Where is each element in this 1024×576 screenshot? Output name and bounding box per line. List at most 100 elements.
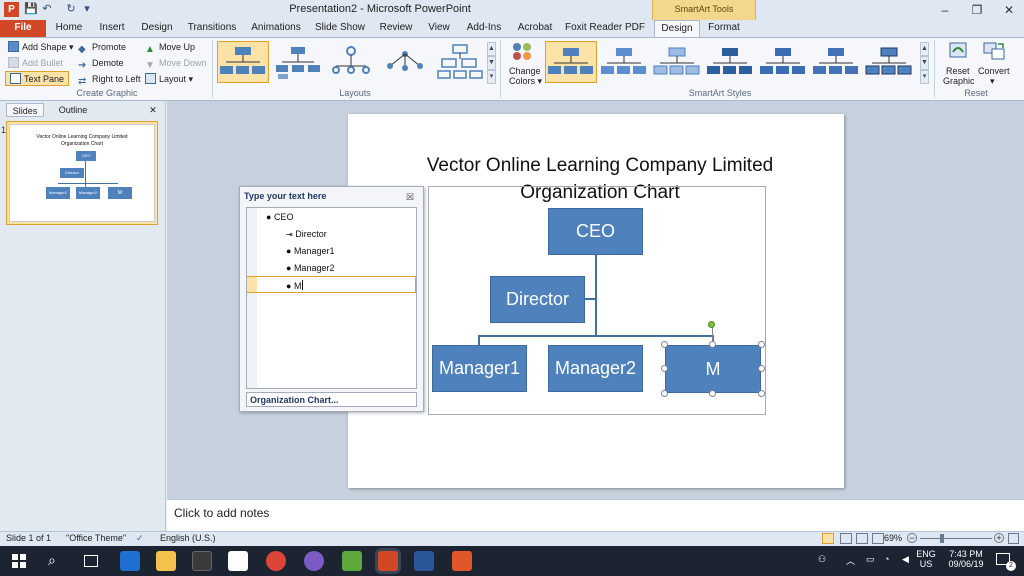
- text-pane-list[interactable]: [246, 207, 417, 389]
- layout-gallery-item-1[interactable]: [217, 41, 269, 83]
- org-shape-manager1[interactable]: Manager1: [432, 345, 527, 392]
- org-shape-m[interactable]: M: [665, 345, 761, 393]
- styles-more[interactable]: ▾: [920, 70, 929, 84]
- layouts-scroll-down[interactable]: ▼: [487, 56, 496, 70]
- zoom-slider-track[interactable]: [920, 538, 992, 539]
- zoom-slider-thumb[interactable]: [940, 534, 944, 543]
- tab-design[interactable]: Design: [136, 20, 178, 37]
- style-gallery-item-5[interactable]: [757, 41, 809, 83]
- reading-view-icon[interactable]: [856, 533, 868, 544]
- close-pane-icon[interactable]: ✕: [146, 103, 160, 117]
- tab-review[interactable]: Review: [374, 20, 418, 37]
- store-icon[interactable]: [192, 551, 212, 571]
- input-language[interactable]: ENG US: [914, 549, 938, 569]
- layout-gallery-item-2[interactable]: [271, 41, 323, 83]
- slide-thumbnail[interactable]: Vector Online Learning Company Limited O…: [6, 121, 158, 225]
- tab-view[interactable]: View: [422, 20, 456, 37]
- org-shape-ceo[interactable]: CEO: [548, 208, 643, 255]
- style-gallery-item-4[interactable]: [704, 41, 756, 83]
- layout-gallery-item-4[interactable]: [379, 41, 431, 83]
- change-colors-button[interactable]: Change Colors ▾: [505, 40, 542, 86]
- clock[interactable]: 7:43 PM 09/06/19: [944, 549, 988, 569]
- layouts-more[interactable]: ▾: [487, 70, 496, 84]
- powerpoint-taskbar-icon[interactable]: [378, 551, 398, 571]
- style-gallery-item-6[interactable]: [810, 41, 862, 83]
- resize-handle[interactable]: [758, 365, 765, 372]
- tab-home[interactable]: Home: [50, 20, 88, 37]
- mail-icon[interactable]: [228, 551, 248, 571]
- tab-format[interactable]: Format: [704, 20, 744, 37]
- close-button[interactable]: ✕: [994, 0, 1024, 20]
- tab-acrobat[interactable]: Acrobat: [512, 20, 558, 37]
- tab-insert[interactable]: Insert: [92, 20, 132, 37]
- wifi-icon[interactable]: ◔: [884, 554, 889, 564]
- promote-button[interactable]: ◆ Promote: [78, 40, 126, 55]
- style-gallery-item-3[interactable]: [651, 41, 703, 83]
- spellcheck-icon[interactable]: ✓: [136, 533, 144, 544]
- minimize-button[interactable]: –: [930, 0, 960, 20]
- add-shape-button[interactable]: Add Shape ▾: [8, 40, 74, 55]
- org-shape-manager2[interactable]: Manager2: [548, 345, 643, 392]
- text-pane-item[interactable]: ● Manager2: [286, 263, 334, 273]
- organization-chart-link[interactable]: Organization Chart...: [246, 392, 417, 407]
- resize-handle[interactable]: [661, 341, 668, 348]
- move-up-button[interactable]: ▲ Move Up: [145, 40, 195, 55]
- file-explorer-icon[interactable]: [156, 551, 176, 571]
- zoom-out-icon[interactable]: −: [907, 533, 917, 543]
- layouts-scroll-up[interactable]: ▲: [487, 42, 496, 56]
- layout-button[interactable]: Layout ▾: [145, 72, 193, 87]
- text-pane-item[interactable]: ● CEO: [266, 212, 293, 222]
- tab-animations[interactable]: Animations: [246, 20, 306, 37]
- maximize-button[interactable]: ❐: [962, 0, 992, 20]
- normal-view-icon[interactable]: [822, 533, 834, 544]
- resize-handle[interactable]: [709, 341, 716, 348]
- rotation-handle[interactable]: [708, 321, 715, 328]
- style-gallery-item-2[interactable]: [598, 41, 650, 83]
- reset-graphic-button[interactable]: Reset Graphic: [940, 40, 976, 86]
- show-hidden-icons[interactable]: ︿: [846, 554, 855, 567]
- styles-scroll-down[interactable]: ▼: [920, 56, 929, 70]
- people-icon[interactable]: ⚇: [818, 554, 826, 565]
- tab-file[interactable]: File: [0, 20, 46, 37]
- style-gallery-item-1[interactable]: [545, 41, 597, 83]
- slideshow-view-icon[interactable]: [872, 533, 884, 544]
- language-indicator[interactable]: English (U.S.): [160, 533, 216, 543]
- chrome-icon[interactable]: [266, 551, 286, 571]
- tab-transitions[interactable]: Transitions: [182, 20, 242, 37]
- fit-to-window-icon[interactable]: [1008, 533, 1019, 544]
- recorder-taskbar-icon[interactable]: [452, 551, 472, 571]
- demote-button[interactable]: ➔ Demote: [78, 56, 124, 71]
- add-bullet-button[interactable]: Add Bullet: [8, 56, 63, 71]
- viber-icon[interactable]: [304, 551, 324, 571]
- slide-sorter-icon[interactable]: [840, 533, 852, 544]
- windows-start-icon[interactable]: [12, 554, 26, 568]
- battery-icon[interactable]: ▭: [866, 554, 875, 565]
- task-view-icon[interactable]: [84, 555, 98, 567]
- tab-add-ins[interactable]: Add-Ins: [460, 20, 508, 37]
- tab-slides[interactable]: Slides: [6, 103, 44, 117]
- text-pane-close-icon[interactable]: ☒: [406, 192, 414, 203]
- style-gallery-item-7[interactable]: [863, 41, 915, 83]
- zoom-in-icon[interactable]: +: [994, 533, 1004, 543]
- move-down-button[interactable]: ▼ Move Down: [145, 56, 207, 71]
- text-pane-button[interactable]: Text Pane: [5, 71, 70, 86]
- notes-pane[interactable]: [167, 499, 1024, 531]
- org-shape-director[interactable]: Director: [490, 276, 585, 323]
- convert-button[interactable]: Convert ▾: [976, 40, 1012, 86]
- right-to-left-button[interactable]: ⇄ Right to Left: [78, 72, 141, 87]
- theme-name[interactable]: "Office Theme": [66, 533, 126, 543]
- layout-gallery-item-3[interactable]: [325, 41, 377, 83]
- text-pane-item[interactable]: ⇥ Director: [286, 229, 327, 239]
- resize-handle[interactable]: [709, 390, 716, 397]
- layout-gallery-item-5[interactable]: [433, 41, 485, 83]
- tab-outline[interactable]: Outline: [50, 103, 96, 117]
- resize-handle[interactable]: [758, 390, 765, 397]
- volume-icon[interactable]: ◀: [902, 554, 909, 565]
- edge-icon[interactable]: [120, 551, 140, 571]
- word-taskbar-icon[interactable]: [414, 551, 434, 571]
- resize-handle[interactable]: [661, 365, 668, 372]
- styles-scroll-up[interactable]: ▲: [920, 42, 929, 56]
- resize-handle[interactable]: [758, 341, 765, 348]
- resize-handle[interactable]: [661, 390, 668, 397]
- tab-foxit[interactable]: Foxit Reader PDF: [562, 20, 648, 37]
